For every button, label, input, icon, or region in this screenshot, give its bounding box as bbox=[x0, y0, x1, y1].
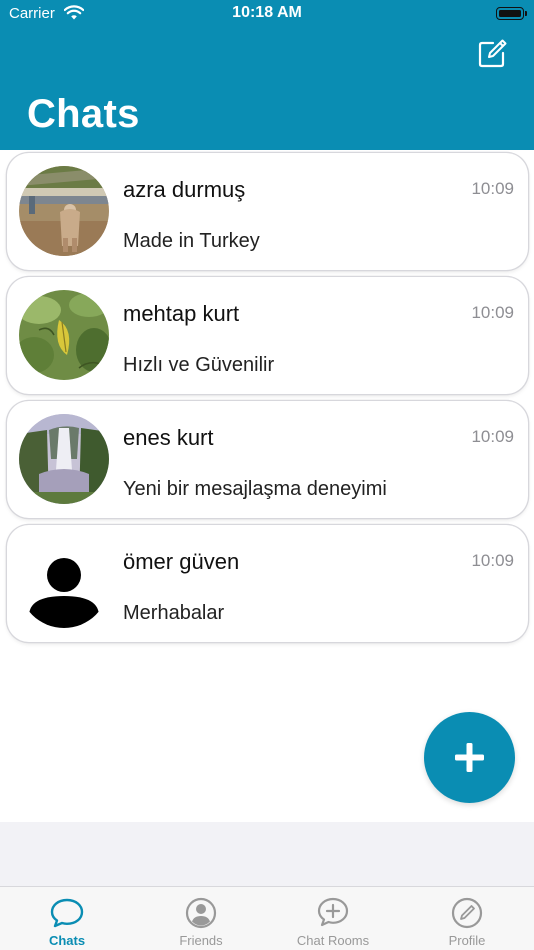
chat-name: azra durmuş bbox=[123, 177, 246, 202]
chat-last-message: Hızlı ve Güvenilir bbox=[123, 354, 275, 376]
avatar bbox=[19, 290, 109, 380]
avatar bbox=[19, 166, 109, 256]
status-time: 10:18 AM bbox=[232, 4, 302, 21]
compose-icon[interactable] bbox=[476, 38, 508, 70]
header: Carrier 10:18 AM Chats bbox=[0, 0, 534, 150]
chat-bubble-icon bbox=[50, 898, 84, 928]
chat-time: 10:09 bbox=[471, 551, 514, 570]
chat-item[interactable]: azra durmuş 10:09 Made in Turkey bbox=[7, 153, 528, 270]
avatar bbox=[19, 414, 109, 504]
chat-time: 10:09 bbox=[471, 427, 514, 446]
plus-icon bbox=[455, 743, 484, 772]
new-chat-button[interactable] bbox=[424, 712, 515, 803]
chat-name: mehtap kurt bbox=[123, 301, 240, 326]
tab-friends[interactable]: Friends bbox=[134, 887, 268, 950]
pencil-circle-icon bbox=[451, 897, 483, 929]
person-circle-icon bbox=[185, 897, 217, 929]
tab-bar: Chats Friends Chat Rooms Profile bbox=[0, 886, 534, 950]
tab-label: Chat Rooms bbox=[296, 933, 370, 948]
chat-time: 10:09 bbox=[471, 179, 514, 198]
person-placeholder-icon bbox=[29, 558, 99, 628]
tab-profile[interactable]: Profile bbox=[400, 887, 534, 950]
battery-icon bbox=[496, 7, 527, 20]
add-chat-icon bbox=[317, 897, 349, 927]
tab-label: Chats bbox=[48, 933, 86, 948]
chat-last-message: Merhabalar bbox=[123, 602, 225, 624]
chat-name: enes kurt bbox=[123, 425, 214, 450]
tab-label: Profile bbox=[448, 933, 486, 948]
chat-item[interactable]: mehtap kurt 10:09 Hızlı ve Güvenilir bbox=[7, 277, 528, 394]
chat-item[interactable]: enes kurt 10:09 Yeni bir mesajlaşma dene… bbox=[7, 401, 528, 518]
chat-last-message: Made in Turkey bbox=[123, 230, 260, 252]
tab-label: Friends bbox=[179, 933, 223, 948]
status-bar: Carrier 10:18 AM bbox=[0, 0, 534, 28]
tab-chats[interactable]: Chats bbox=[0, 887, 134, 950]
tab-chat-rooms[interactable]: Chat Rooms bbox=[266, 887, 400, 950]
chat-name: ömer güven bbox=[123, 549, 240, 574]
chat-item[interactable]: ömer güven 10:09 Merhabalar bbox=[7, 525, 528, 642]
chat-time: 10:09 bbox=[471, 303, 514, 322]
chat-last-message: Yeni bir mesajlaşma deneyimi bbox=[123, 478, 387, 500]
page-title: Chats bbox=[27, 92, 140, 136]
